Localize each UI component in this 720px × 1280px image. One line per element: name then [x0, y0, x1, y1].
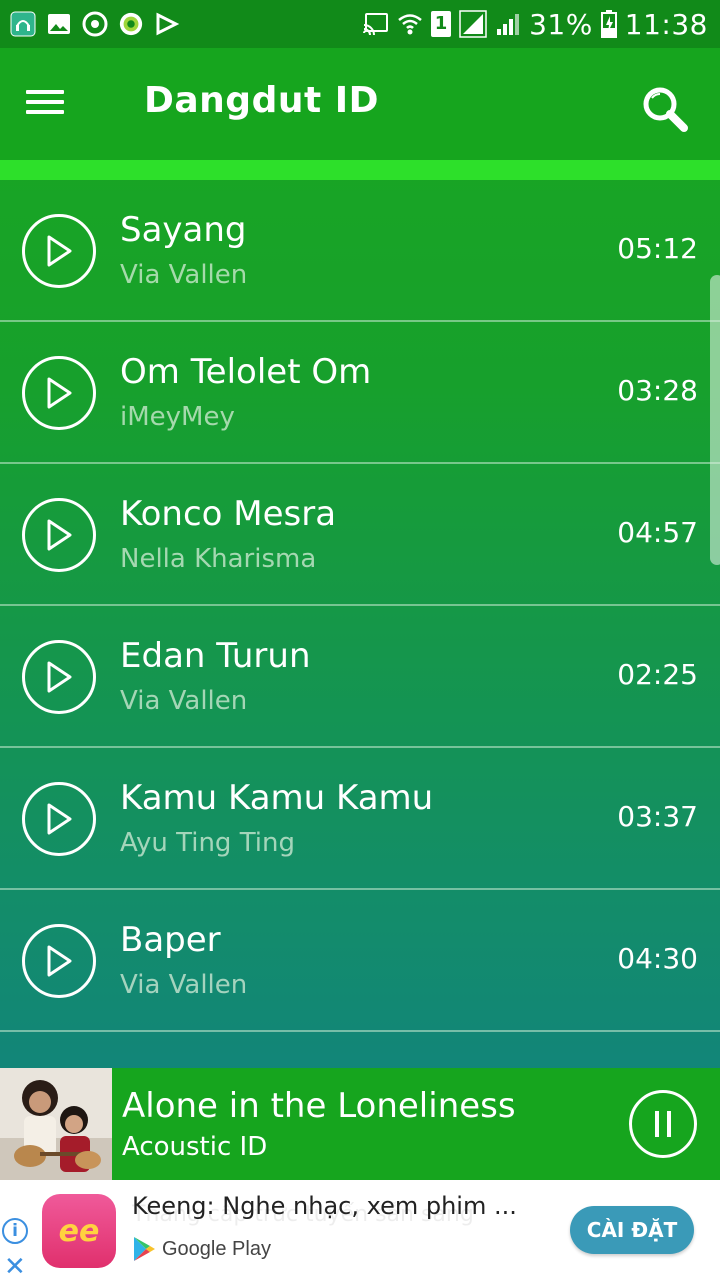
song-title: Kamu Kamu Kamu — [120, 778, 434, 818]
song-row[interactable]: Om Telolet Om iMeyMey 03:28 — [0, 322, 720, 464]
app-bar: Dangdut ID — [0, 48, 720, 160]
gallery-icon — [46, 11, 72, 37]
ad-banner[interactable]: i ✕ ee Thăng cấp trức tuyến sẵn sàng Kee… — [0, 1180, 720, 1280]
battery-charging-icon — [600, 10, 617, 38]
ad-close-icon[interactable]: ✕ — [4, 1252, 26, 1280]
song-duration: 03:37 — [617, 800, 698, 833]
store-name: Google Play — [162, 1237, 271, 1260]
album-art — [0, 1068, 112, 1180]
play-icon[interactable] — [22, 640, 96, 714]
google-play-badge: Google Play — [132, 1236, 271, 1262]
pause-icon[interactable] — [629, 1090, 697, 1158]
search-icon[interactable] — [636, 82, 692, 138]
song-title: Baper — [120, 920, 221, 960]
play-icon[interactable] — [22, 782, 96, 856]
app-notification-icon — [10, 11, 36, 37]
signal-strength-icon — [459, 10, 487, 38]
song-row[interactable]: Sayang Via Vallen 05:12 — [0, 180, 720, 322]
song-duration: 04:30 — [617, 942, 698, 975]
song-title: Konco Mesra — [120, 494, 337, 534]
now-playing-title: Alone in the Loneliness — [122, 1086, 516, 1126]
song-artist: Nella Kharisma — [120, 544, 317, 574]
song-artist: iMeyMey — [120, 402, 235, 432]
ad-app-logo[interactable]: ee — [42, 1194, 116, 1268]
song-duration: 05:12 — [617, 232, 698, 265]
song-title: Om Telolet Om — [120, 352, 372, 392]
song-duration: 02:25 — [617, 658, 698, 691]
battery-percent: 31% — [529, 7, 593, 41]
song-duration: 04:57 — [617, 516, 698, 549]
song-artist: Via Vallen — [120, 686, 248, 716]
cast-icon — [363, 13, 389, 35]
google-play-icon — [134, 1237, 155, 1261]
hamburger-menu-icon[interactable] — [26, 84, 70, 124]
install-button[interactable]: CÀI ĐẶT — [570, 1206, 694, 1254]
signal-strength-2-icon — [497, 14, 520, 35]
sync-icon — [82, 11, 108, 37]
status-bar: 1 31% 11:38 — [0, 0, 720, 48]
play-icon[interactable] — [22, 924, 96, 998]
play-icon[interactable] — [22, 356, 96, 430]
song-artist: Via Vallen — [120, 260, 248, 290]
accent-divider — [0, 160, 720, 180]
song-duration: 03:28 — [617, 374, 698, 407]
song-artist: Via Vallen — [120, 970, 248, 1000]
system-status: 1 31% 11:38 — [363, 8, 708, 41]
ad-headline[interactable]: Keeng: Nghe nhạc, xem phim ... — [132, 1192, 517, 1220]
scrollbar[interactable] — [710, 275, 720, 565]
song-list: Sayang Via Vallen 05:12 Om Telolet Om iM… — [0, 180, 720, 1032]
ad-info-icon[interactable]: i — [2, 1218, 28, 1244]
now-playing-artist: Acoustic ID — [122, 1132, 268, 1162]
play-icon[interactable] — [22, 214, 96, 288]
song-title: Sayang — [120, 210, 247, 250]
play-icon[interactable] — [22, 498, 96, 572]
clock: 11:38 — [624, 7, 708, 41]
notification-icons — [10, 11, 180, 37]
camera-shutter-icon — [118, 11, 144, 37]
song-artist: Ayu Ting Ting — [120, 828, 295, 858]
song-row[interactable]: Edan Turun Via Vallen 02:25 — [0, 606, 720, 748]
song-row[interactable]: Konco Mesra Nella Kharisma 04:57 — [0, 464, 720, 606]
song-row[interactable]: Baper Via Vallen 04:30 — [0, 890, 720, 1032]
song-row[interactable]: Kamu Kamu Kamu Ayu Ting Ting 03:37 — [0, 748, 720, 890]
play-store-notification-icon — [154, 11, 180, 37]
sim-slot-badge: 1 — [431, 11, 452, 37]
song-title: Edan Turun — [120, 636, 311, 676]
wifi-icon — [398, 14, 422, 35]
app-title: Dangdut ID — [144, 80, 379, 121]
now-playing-bar[interactable]: Alone in the Loneliness Acoustic ID — [0, 1068, 720, 1180]
